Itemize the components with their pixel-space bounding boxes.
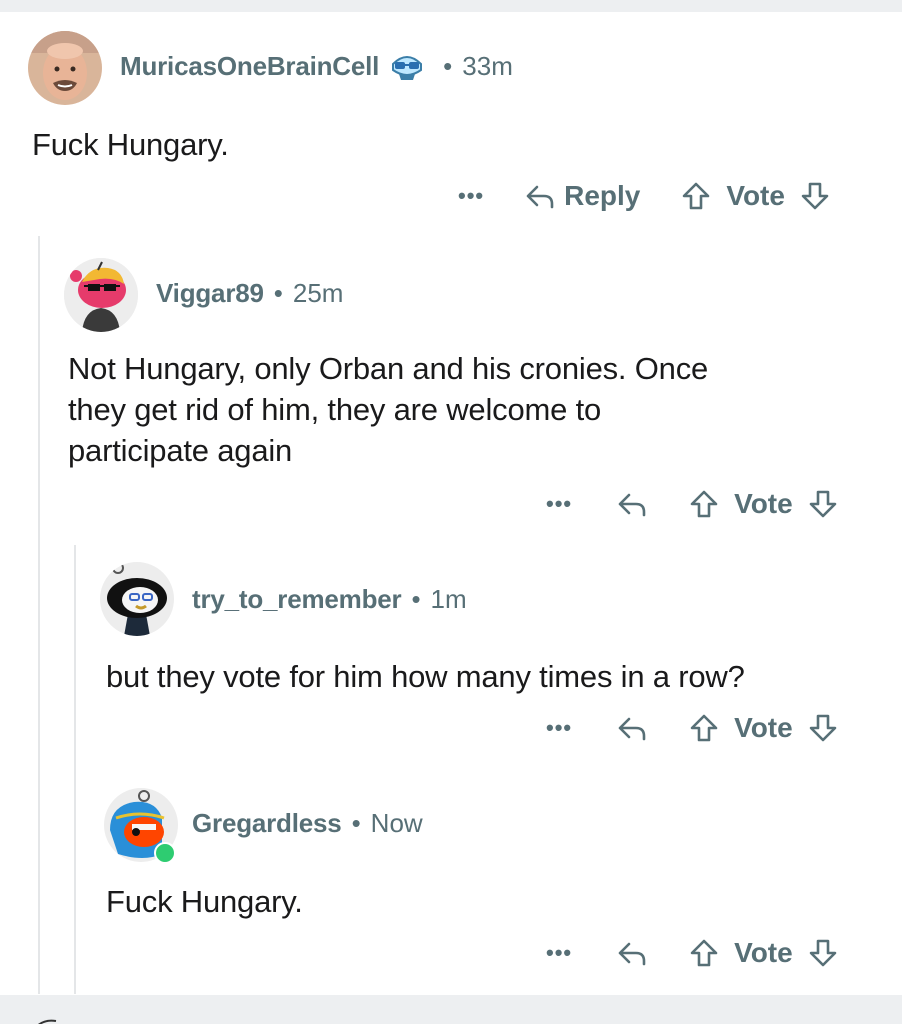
comment-body-line: participate again <box>68 433 293 468</box>
downvote-arrow-icon <box>809 490 837 518</box>
username[interactable]: MuricasOneBrainCell <box>120 51 379 82</box>
upvote-button[interactable] <box>680 180 712 212</box>
timestamp: 33m <box>462 50 513 81</box>
upvote-arrow-icon <box>683 182 710 210</box>
sunglasses-flair-icon <box>389 50 425 82</box>
downvote-button[interactable] <box>799 180 831 212</box>
username[interactable]: Gregardless <box>192 808 342 839</box>
comment-header: Gregardless • Now <box>192 808 423 839</box>
separator-dot: • <box>351 808 361 838</box>
upvote-button[interactable] <box>688 712 720 744</box>
partial-icon <box>37 1019 57 1024</box>
user-photo-icon <box>28 31 102 105</box>
downvote-button[interactable] <box>807 937 839 969</box>
timestamp: Now <box>370 808 423 838</box>
username[interactable]: Viggar89 <box>156 278 264 309</box>
avatar[interactable] <box>104 788 178 864</box>
more-options-button[interactable]: ••• <box>546 715 572 741</box>
comment-header: MuricasOneBrainCell • 33m <box>120 50 513 82</box>
vote-count: Vote <box>734 712 793 743</box>
reply-button[interactable] <box>616 488 648 520</box>
comment-body: Not Hungary, only Orban and his cronies.… <box>68 348 708 471</box>
downvote-arrow-icon <box>809 939 837 967</box>
comment-header: try_to_remember • 1m <box>192 584 467 615</box>
comment-body-line: they get rid of him, they are welcome to <box>68 392 602 427</box>
avatar[interactable] <box>64 258 138 332</box>
reply-button[interactable] <box>616 712 648 744</box>
reply-arrow-icon <box>618 717 646 741</box>
comment-actions: ••• Vote <box>546 484 839 524</box>
timestamp: 1m <box>430 584 467 614</box>
downvote-arrow-icon <box>809 714 837 742</box>
comment-body: Fuck Hungary. <box>106 884 303 919</box>
downvote-button[interactable] <box>807 488 839 520</box>
vote-count: Vote <box>726 180 785 211</box>
upvote-arrow-icon <box>690 939 718 967</box>
online-status-indicator <box>154 842 176 864</box>
vote-count: Vote <box>734 937 793 968</box>
comment-header: Viggar89 • 25m <box>156 278 343 309</box>
more-options-button[interactable]: ••• <box>546 491 572 517</box>
downvote-arrow-icon <box>801 182 829 210</box>
comment-body-line: Not Hungary, only Orban and his cronies.… <box>68 351 709 386</box>
separator-dot: • <box>411 584 421 614</box>
separator-dot: • <box>443 50 453 81</box>
avatar[interactable] <box>100 562 174 636</box>
thread-line-level-2[interactable] <box>74 545 76 994</box>
comment-body: but they vote for him how many times in … <box>106 659 745 694</box>
comment-actions: ••• Vote <box>546 933 839 973</box>
reply-button[interactable]: Reply <box>524 180 640 212</box>
avatar[interactable] <box>28 31 102 105</box>
snoo-avatar-icon <box>100 562 174 636</box>
reply-label: Reply <box>564 180 641 211</box>
more-options-button[interactable]: ••• <box>546 940 572 966</box>
separator-dot: • <box>273 278 283 308</box>
comment-body: Fuck Hungary. <box>32 127 229 162</box>
reply-arrow-icon <box>618 942 646 966</box>
snoo-avatar-icon <box>64 258 138 332</box>
comment-actions: ••• Vote <box>546 708 839 748</box>
reply-button[interactable] <box>616 937 648 969</box>
top-divider <box>0 0 902 12</box>
next-item-peek <box>32 1014 72 1024</box>
reply-arrow-icon <box>618 493 646 517</box>
comment-actions: ••• Reply Vote <box>458 176 831 216</box>
upvote-arrow-icon <box>690 490 718 518</box>
vote-count: Vote <box>734 488 793 519</box>
timestamp: 25m <box>292 278 344 308</box>
reply-arrow-icon <box>526 185 554 209</box>
more-options-button[interactable]: ••• <box>458 183 484 209</box>
thread-line-level-1[interactable] <box>38 236 40 994</box>
upvote-button[interactable] <box>688 937 720 969</box>
upvote-arrow-icon <box>690 714 718 742</box>
downvote-button[interactable] <box>807 712 839 744</box>
upvote-button[interactable] <box>688 488 720 520</box>
username[interactable]: try_to_remember <box>192 584 402 615</box>
bottom-divider <box>0 995 902 1024</box>
